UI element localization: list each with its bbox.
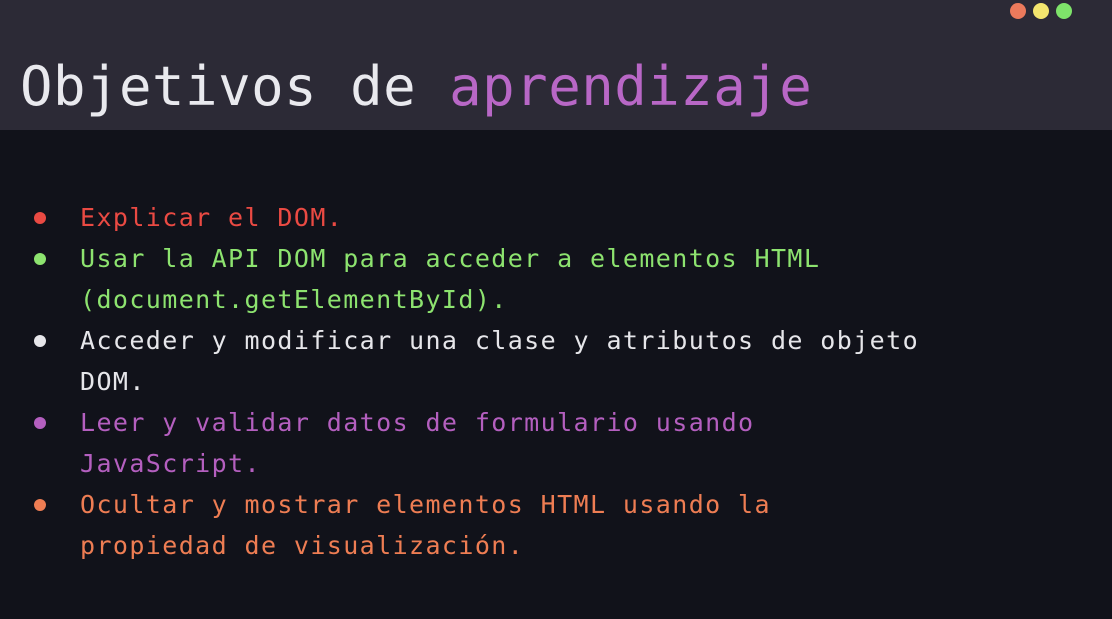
list-item: Explicar el DOM. (32, 197, 1092, 238)
bullet-icon (32, 197, 80, 238)
title-accent: aprendizaje (449, 55, 813, 118)
bullet-icon (32, 320, 80, 361)
bullet-icon (32, 484, 80, 525)
list-item: Ocultar y mostrar elementos HTML usando … (32, 484, 1092, 566)
list-item: Usar la API DOM para acceder a elementos… (32, 238, 1092, 320)
bullet-icon (32, 238, 80, 279)
objectives-list: Explicar el DOM. Usar la API DOM para acc… (32, 197, 1092, 566)
maximize-dot-icon[interactable] (1056, 3, 1072, 19)
objective-text: Usar la API DOM para acceder a elementos… (80, 244, 821, 314)
objective-text: Ocultar y mostrar elementos HTML usando … (80, 490, 771, 560)
page-title: Objetivos de aprendizaje (20, 54, 812, 120)
window-controls (1010, 3, 1072, 19)
bullet-icon (32, 402, 80, 443)
title-plain: Objetivos de (20, 55, 417, 118)
slide: Objetivos de aprendizaje Explicar el DOM… (0, 0, 1112, 619)
objective-text: Leer y validar datos de formulario usand… (80, 408, 755, 478)
list-item: Acceder y modificar una clase y atributo… (32, 320, 1092, 402)
list-item: Leer y validar datos de formulario usand… (32, 402, 1092, 484)
title-bar: Objetivos de aprendizaje (0, 0, 1112, 130)
objective-text: Explicar el DOM. (80, 203, 344, 232)
close-dot-icon[interactable] (1010, 3, 1026, 19)
objective-text: Acceder y modificar una clase y atributo… (80, 326, 920, 396)
minimize-dot-icon[interactable] (1033, 3, 1049, 19)
